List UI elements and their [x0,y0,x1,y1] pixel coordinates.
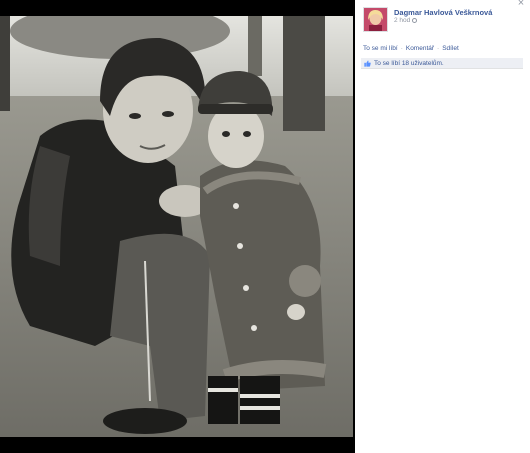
post-actions: To se mi líbí · Komentář · Sdílet [363,45,459,52]
post-side-panel: × Dagmar Havlová Veškrnová 2 hod To se m… [355,0,530,453]
post-timestamp: 2 hod [394,17,418,24]
comment-link[interactable]: Komentář [406,45,434,52]
separator: · [400,45,403,52]
post-photo[interactable] [0,16,353,437]
author-name-link[interactable]: Dagmar Havlová Veškrnová [394,8,492,17]
likes-summary: To se líbí 18 uživatelům. [361,58,523,69]
author-avatar[interactable] [363,7,388,32]
separator: · [437,45,440,52]
share-link[interactable]: Sdílet [442,45,459,52]
photo-viewer-stage [0,0,355,453]
timestamp-text[interactable]: 2 hod [394,17,410,24]
close-icon[interactable]: × [515,0,527,9]
globe-icon [412,18,418,23]
thumbs-up-icon [364,60,371,67]
like-link[interactable]: To se mi líbí [363,45,398,52]
likes-count-link[interactable]: To se líbí 18 uživatelům. [374,60,444,67]
